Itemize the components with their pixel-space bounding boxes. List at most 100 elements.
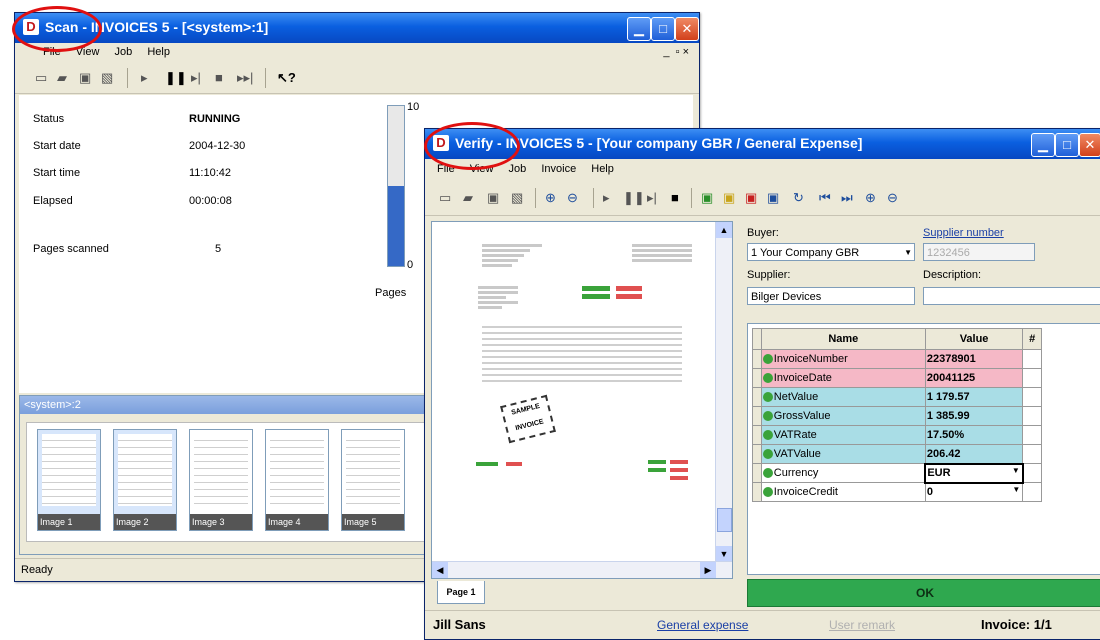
field-value-cell[interactable]: 17.50% bbox=[924, 425, 1024, 445]
document-preview[interactable]: SAMPLE INVOICE ▲ ▼ ◀ ▶ bbox=[431, 221, 733, 579]
step-icon[interactable]: ▸| bbox=[191, 69, 201, 87]
pause-icon[interactable]: ❚❚ bbox=[165, 69, 187, 87]
chevron-down-icon[interactable]: ▼ bbox=[904, 244, 912, 262]
scroll-left-button[interactable]: ◀ bbox=[432, 562, 448, 578]
status-category-link[interactable]: General expense bbox=[657, 618, 748, 632]
menu-file[interactable]: File bbox=[431, 161, 461, 177]
menu-view[interactable]: View bbox=[70, 44, 106, 60]
menu-job[interactable]: Job bbox=[109, 44, 139, 60]
field-value-cell[interactable]: 22378901 bbox=[924, 349, 1024, 369]
zoom-in-icon[interactable]: ⊕ bbox=[545, 189, 556, 207]
zoom-out-icon[interactable]: ⊖ bbox=[567, 189, 578, 207]
menu-invoice[interactable]: Invoice bbox=[535, 161, 582, 177]
save-icon[interactable]: ▣ bbox=[487, 189, 499, 207]
play-icon[interactable]: ▸ bbox=[141, 69, 148, 87]
field-value-cell[interactable]: EUR ▼ bbox=[924, 462, 1024, 484]
close-button[interactable]: ✕ bbox=[1079, 133, 1100, 157]
field-row[interactable]: VATValue 206.42 bbox=[752, 444, 1042, 464]
step-icon[interactable]: ▸| bbox=[647, 189, 657, 207]
thumbnail-item[interactable]: Image 4 bbox=[265, 429, 329, 531]
ok-button[interactable]: OK bbox=[747, 579, 1100, 607]
menu-help[interactable]: Help bbox=[141, 44, 176, 60]
field-value[interactable]: 22378901 bbox=[927, 353, 976, 365]
field-value[interactable]: 17.50% bbox=[927, 429, 964, 441]
yellow-doc-icon[interactable]: ▣ bbox=[723, 189, 735, 207]
menu-help[interactable]: Help bbox=[585, 161, 620, 177]
field-value-cell[interactable]: 0 ▼ bbox=[924, 482, 1024, 502]
new-doc-icon[interactable]: ▭ bbox=[35, 69, 47, 87]
chevron-down-icon[interactable]: ▼ bbox=[1012, 485, 1020, 494]
field-row[interactable]: InvoiceNumber 22378901 bbox=[752, 349, 1042, 369]
field-value-cell[interactable]: 1 179.57 bbox=[924, 387, 1024, 407]
blue-doc-icon[interactable]: ▣ bbox=[767, 189, 779, 207]
supplier-number-link[interactable]: Supplier number bbox=[923, 227, 1004, 239]
field-row[interactable]: GrossValue 1 385.99 bbox=[752, 406, 1042, 426]
thumbnail-image bbox=[194, 434, 248, 506]
refresh-icon[interactable]: ↻ bbox=[793, 189, 804, 207]
save-icon[interactable]: ▣ bbox=[79, 69, 91, 87]
thumbnail-item[interactable]: Image 1 bbox=[37, 429, 101, 531]
field-row[interactable]: VATRate 17.50% bbox=[752, 425, 1042, 445]
thumbnail-item[interactable]: Image 5 bbox=[341, 429, 405, 531]
scroll-right-button[interactable]: ▶ bbox=[700, 562, 716, 578]
thumbnail-item[interactable]: Image 2 bbox=[113, 429, 177, 531]
horizontal-scrollbar[interactable]: ◀ ▶ bbox=[432, 561, 732, 578]
maximize-button[interactable]: □ bbox=[651, 17, 675, 41]
menu-job[interactable]: Job bbox=[503, 161, 533, 177]
close-button[interactable]: ✕ bbox=[675, 17, 699, 41]
field-value-cell[interactable]: 206.42 bbox=[924, 444, 1024, 464]
scroll-thumb[interactable] bbox=[717, 508, 732, 532]
verify-titlebar[interactable]: D Verify - INVOICES 5 - [Your company GB… bbox=[425, 129, 1100, 159]
field-value[interactable]: 0 bbox=[927, 486, 933, 498]
zoom-out-icon[interactable]: ⊖ bbox=[887, 189, 898, 207]
pause-icon[interactable]: ❚❚ bbox=[623, 189, 645, 207]
mdi-controls[interactable]: _ ▫ × bbox=[657, 44, 695, 60]
minimize-button[interactable]: ▁ bbox=[1031, 133, 1055, 157]
vertical-scrollbar[interactable]: ▲ ▼ bbox=[715, 222, 732, 562]
field-row[interactable]: NetValue 1 179.57 bbox=[752, 387, 1042, 407]
first-page-icon[interactable]: ⏮ bbox=[819, 189, 831, 207]
scroll-up-button[interactable]: ▲ bbox=[716, 222, 732, 238]
status-remark-link[interactable]: User remark bbox=[829, 618, 895, 632]
col-name-header[interactable]: Name bbox=[760, 328, 926, 350]
field-value[interactable]: 1 179.57 bbox=[927, 391, 970, 403]
thumbnail-item[interactable]: Image 3 bbox=[189, 429, 253, 531]
scan-titlebar[interactable]: D Scan - INVOICES 5 - [<system>:1] ▁ □ ✕ bbox=[15, 13, 699, 43]
red-doc-icon[interactable]: ▣ bbox=[745, 189, 757, 207]
field-value-cell[interactable]: 1 385.99 bbox=[924, 406, 1024, 426]
description-field[interactable] bbox=[923, 287, 1100, 305]
edit-icon[interactable]: ▧ bbox=[101, 69, 113, 87]
skip-end-icon[interactable]: ▸▸| bbox=[237, 69, 253, 87]
play-icon[interactable]: ▸ bbox=[603, 189, 610, 207]
menu-file[interactable]: File bbox=[37, 44, 67, 60]
edit-icon[interactable]: ▧ bbox=[511, 189, 523, 207]
supplier-number-field[interactable]: 1232456 bbox=[923, 243, 1035, 261]
field-value[interactable]: 20041125 bbox=[927, 372, 975, 384]
field-row[interactable]: InvoiceCredit 0 ▼ bbox=[752, 482, 1042, 502]
field-row[interactable]: Currency EUR ▼ bbox=[752, 462, 1042, 484]
open-folder-icon[interactable]: ▰ bbox=[57, 69, 67, 87]
minimize-button[interactable]: ▁ bbox=[627, 17, 651, 41]
new-doc-icon[interactable]: ▭ bbox=[439, 189, 451, 207]
stop-icon[interactable]: ■ bbox=[215, 69, 223, 87]
maximize-button[interactable]: □ bbox=[1055, 133, 1079, 157]
scroll-down-button[interactable]: ▼ bbox=[716, 546, 732, 562]
col-flag-header[interactable]: # bbox=[1022, 328, 1042, 350]
zoom-in-icon[interactable]: ⊕ bbox=[865, 189, 876, 207]
supplier-field[interactable]: Bilger Devices bbox=[747, 287, 915, 305]
field-value[interactable]: 1 385.99 bbox=[927, 410, 970, 422]
open-folder-icon[interactable]: ▰ bbox=[463, 189, 473, 207]
chevron-down-icon[interactable]: ▼ bbox=[1012, 466, 1020, 475]
buyer-select[interactable]: 1 Your Company GBR ▼ bbox=[747, 243, 915, 261]
menu-view[interactable]: View bbox=[464, 161, 500, 177]
field-row[interactable]: InvoiceDate 20041125 bbox=[752, 368, 1042, 388]
field-value-cell[interactable]: 20041125 bbox=[924, 368, 1024, 388]
tab-page-1[interactable]: Page 1 bbox=[437, 581, 485, 604]
last-page-icon[interactable]: ⏭ bbox=[841, 189, 853, 207]
green-doc-icon[interactable]: ▣ bbox=[701, 189, 713, 207]
field-value[interactable]: 206.42 bbox=[927, 448, 961, 460]
col-value-header[interactable]: Value bbox=[924, 328, 1024, 350]
help-cursor-icon[interactable]: ↖? bbox=[277, 69, 296, 87]
stop-icon[interactable]: ■ bbox=[671, 189, 679, 207]
field-value[interactable]: EUR bbox=[927, 467, 950, 479]
